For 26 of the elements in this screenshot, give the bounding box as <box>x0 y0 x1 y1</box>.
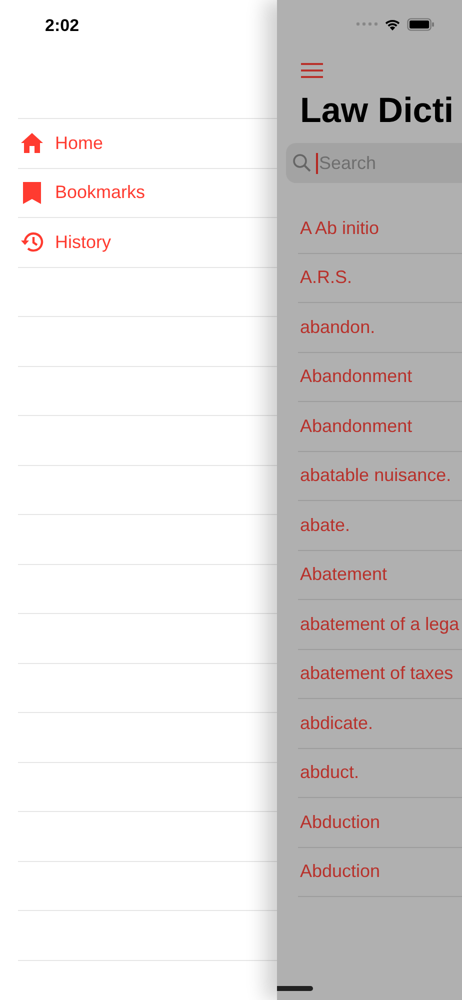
menu-item[interactable]: Home <box>18 119 277 168</box>
entry-item[interactable]: A.R.S. <box>300 267 352 288</box>
entry-item[interactable]: Abandonment <box>300 366 412 388</box>
bookmark-icon <box>22 180 42 205</box>
entry-item[interactable]: abatable nuisance. <box>300 465 452 486</box>
entry-item[interactable]: abate. <box>300 514 350 536</box>
entry-item[interactable]: abatement of taxes <box>300 663 454 684</box>
menu-icon[interactable] <box>301 63 323 78</box>
entry-item[interactable]: A Ab initio <box>300 218 380 239</box>
entry-item[interactable]: abandon. <box>300 316 376 338</box>
menu-item[interactable]: Bookmarks <box>18 168 277 218</box>
battery-icon <box>407 18 435 30</box>
search-icon <box>292 153 312 173</box>
signal-icon <box>356 22 378 26</box>
entry-item[interactable]: abdicate. <box>300 712 374 734</box>
entry-item[interactable]: Abduction <box>300 812 380 833</box>
entry-item[interactable]: Abduction <box>300 861 380 882</box>
home-icon <box>20 132 44 154</box>
entry-item[interactable]: abduct. <box>300 762 360 784</box>
entry-item[interactable]: Abatement <box>300 564 388 586</box>
page-title: Law Dicti <box>300 91 455 131</box>
entry-item[interactable]: abatement of a lega <box>300 614 460 635</box>
wifi-icon <box>384 18 401 30</box>
status-time: 2:02 <box>45 16 80 35</box>
history-icon <box>20 231 44 254</box>
entry-item[interactable]: Abandonment <box>300 416 412 437</box>
